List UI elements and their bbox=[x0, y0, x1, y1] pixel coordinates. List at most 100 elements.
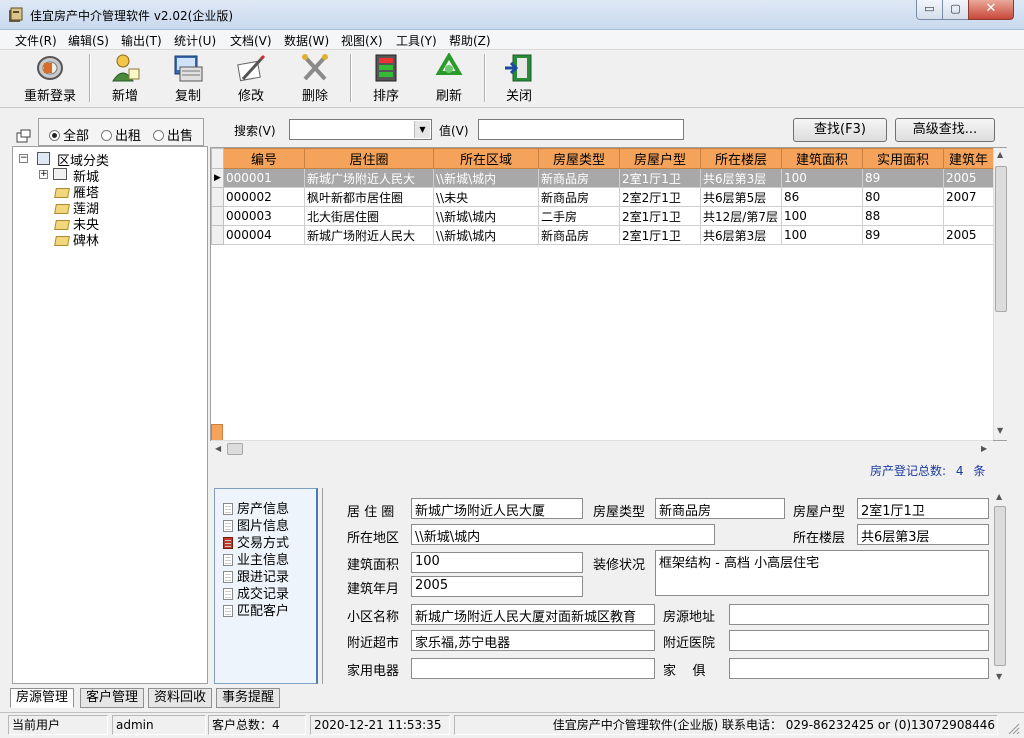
minimize-button[interactable]: ▭ bbox=[916, 0, 943, 20]
field-year[interactable]: 2005 bbox=[411, 576, 583, 597]
table-row[interactable]: 000003 北大街居住圈 \\新城\城内 二手房 2室1厅1卫 共12层/第7… bbox=[211, 206, 994, 226]
scroll-down-icon[interactable]: ▼ bbox=[996, 672, 1002, 681]
delete-button[interactable]: 删除 bbox=[290, 53, 340, 105]
scroll-up-icon[interactable]: ▲ bbox=[996, 492, 1002, 501]
filter-sale[interactable]: 出售 bbox=[153, 125, 193, 144]
column-header[interactable]: 房屋户型 bbox=[619, 148, 701, 169]
menu-data[interactable]: 数据(W) bbox=[284, 32, 329, 49]
table-cell[interactable]: 000004 bbox=[223, 225, 305, 245]
table-cell[interactable]: 2室1厅1卫 bbox=[619, 206, 701, 226]
table-cell[interactable]: 100 bbox=[781, 206, 863, 226]
table-cell[interactable]: 2室1厅1卫 bbox=[619, 168, 701, 188]
field-district[interactable]: \\新城\城内 bbox=[411, 524, 715, 545]
scroll-down-icon[interactable]: ▼ bbox=[997, 426, 1003, 435]
table-cell[interactable]: 新城广场附近人民大 bbox=[304, 225, 434, 245]
add-button[interactable]: 新增 bbox=[100, 53, 150, 105]
advanced-search-button[interactable]: 高级查找... bbox=[895, 118, 995, 142]
table-cell[interactable]: 共12层/第7层 bbox=[700, 206, 782, 226]
column-header[interactable]: 所在区域 bbox=[433, 148, 539, 169]
field-floor[interactable]: 共6层第3层 bbox=[857, 524, 989, 545]
field-community[interactable]: 新城广场附近人民大厦对面新城区教育 bbox=[411, 604, 655, 625]
field-layout[interactable]: 2室1厅1卫 bbox=[857, 498, 989, 519]
table-row[interactable]: 000002 枫叶新都市居住圈 \\未央 新商品房 2室2厅1卫 共6层第5层 … bbox=[211, 187, 994, 207]
grid-vertical-scrollbar[interactable]: ▲ ▼ bbox=[993, 148, 1007, 440]
relogin-button[interactable]: 重新登录 bbox=[18, 53, 82, 105]
close-button[interactable]: 关闭 bbox=[494, 53, 544, 105]
resize-grip-icon[interactable] bbox=[1006, 721, 1020, 735]
menu-output[interactable]: 输出(T) bbox=[121, 32, 162, 49]
table-cell[interactable]: 89 bbox=[862, 168, 944, 188]
field-furniture[interactable] bbox=[729, 658, 989, 679]
table-cell[interactable]: \\新城\城内 bbox=[433, 206, 539, 226]
column-header[interactable]: 所在楼层 bbox=[700, 148, 782, 169]
column-header[interactable]: 居住圈 bbox=[304, 148, 434, 169]
table-row[interactable]: 000004 新城广场附近人民大 \\新城\城内 新商品房 2室1厅1卫 共6层… bbox=[211, 225, 994, 245]
filter-rent[interactable]: 出租 bbox=[101, 125, 141, 144]
table-cell[interactable]: 共6层第3层 bbox=[700, 168, 782, 188]
menu-help[interactable]: 帮助(Z) bbox=[449, 32, 491, 49]
close-window-button[interactable]: ✕ bbox=[968, 0, 1014, 20]
info-item-match[interactable]: 匹配客户 bbox=[223, 600, 289, 619]
table-cell[interactable]: 北大街居住圈 bbox=[304, 206, 434, 226]
table-cell[interactable]: 2室2厅1卫 bbox=[619, 187, 701, 207]
table-cell[interactable]: 89 bbox=[862, 225, 944, 245]
table-cell[interactable]: 100 bbox=[781, 168, 863, 188]
search-value-input[interactable] bbox=[478, 119, 684, 140]
table-cell[interactable]: 80 bbox=[862, 187, 944, 207]
menu-file[interactable]: 文件(R) bbox=[15, 32, 57, 49]
table-cell[interactable]: 000002 bbox=[223, 187, 305, 207]
tab-listings[interactable]: 房源管理 bbox=[10, 688, 74, 708]
table-cell[interactable]: 000003 bbox=[223, 206, 305, 226]
column-header[interactable]: 编号 bbox=[223, 148, 305, 169]
table-cell[interactable]: \\未央 bbox=[433, 187, 539, 207]
sort-button[interactable]: 排序 bbox=[361, 53, 411, 105]
table-cell[interactable]: 88 bbox=[862, 206, 944, 226]
filter-all[interactable]: 全部 bbox=[49, 125, 89, 144]
table-cell[interactable]: 共6层第3层 bbox=[700, 225, 782, 245]
table-cell[interactable]: 共6层第5层 bbox=[700, 187, 782, 207]
field-market[interactable]: 家乐福,苏宁电器 bbox=[411, 630, 655, 651]
column-header[interactable]: 建筑年 bbox=[943, 148, 994, 169]
menu-edit[interactable]: 编辑(S) bbox=[68, 32, 109, 49]
tab-reminders[interactable]: 事务提醒 bbox=[216, 688, 280, 708]
tree-node-beilin[interactable]: 碑林 bbox=[54, 230, 99, 249]
field-circle[interactable]: 新城广场附近人民大厦 bbox=[411, 498, 583, 519]
expand-icon[interactable]: + bbox=[39, 170, 48, 179]
table-cell[interactable]: 新商品房 bbox=[538, 225, 620, 245]
table-row[interactable]: ▶ 000001 新城广场附近人民大 \\新城\城内 新商品房 2室1厅1卫 共… bbox=[211, 168, 994, 188]
scroll-right-icon[interactable]: ▶ bbox=[981, 444, 987, 453]
menu-docs[interactable]: 文档(V) bbox=[230, 32, 272, 49]
menu-tools[interactable]: 工具(Y) bbox=[396, 32, 437, 49]
table-cell[interactable]: \\新城\城内 bbox=[433, 225, 539, 245]
tab-recycle[interactable]: 资料回收 bbox=[148, 688, 212, 708]
table-cell[interactable]: 100 bbox=[781, 225, 863, 245]
scroll-up-icon[interactable]: ▲ bbox=[997, 150, 1003, 159]
chevron-down-icon[interactable]: ▼ bbox=[414, 121, 430, 138]
scroll-thumb[interactable] bbox=[227, 443, 243, 455]
collapse-icon[interactable]: − bbox=[19, 154, 28, 163]
field-address[interactable] bbox=[729, 604, 989, 625]
table-cell[interactable]: 000001 bbox=[223, 168, 305, 188]
field-area[interactable]: 100 bbox=[411, 552, 583, 573]
menu-stats[interactable]: 统计(U) bbox=[174, 32, 216, 49]
copy-button[interactable]: 复制 bbox=[163, 53, 213, 105]
field-hospital[interactable] bbox=[729, 630, 989, 651]
table-cell[interactable]: 2005 bbox=[943, 168, 994, 188]
scroll-left-icon[interactable]: ◀ bbox=[215, 444, 221, 453]
maximize-button[interactable]: ▢ bbox=[942, 0, 969, 20]
table-cell[interactable]: 枫叶新都市居住圈 bbox=[304, 187, 434, 207]
table-cell[interactable]: 新商品房 bbox=[538, 187, 620, 207]
detail-vertical-scrollbar[interactable]: ▲ ▼ bbox=[993, 488, 1007, 684]
field-appliance[interactable] bbox=[411, 658, 655, 679]
refresh-button[interactable]: 刷新 bbox=[424, 53, 474, 105]
tab-clients[interactable]: 客户管理 bbox=[80, 688, 144, 708]
column-header[interactable]: 实用面积 bbox=[862, 148, 944, 169]
table-cell[interactable]: 2007 bbox=[943, 187, 994, 207]
scroll-thumb[interactable] bbox=[994, 506, 1006, 666]
table-cell[interactable]: 新商品房 bbox=[538, 168, 620, 188]
collapse-panel-icon[interactable] bbox=[16, 128, 32, 144]
table-cell[interactable]: 2室1厅1卫 bbox=[619, 225, 701, 245]
field-decoration[interactable]: 框架结构 - 高档 小高层住宅 bbox=[655, 550, 989, 596]
find-button[interactable]: 查找(F3) bbox=[793, 118, 887, 142]
table-cell[interactable] bbox=[943, 206, 994, 226]
